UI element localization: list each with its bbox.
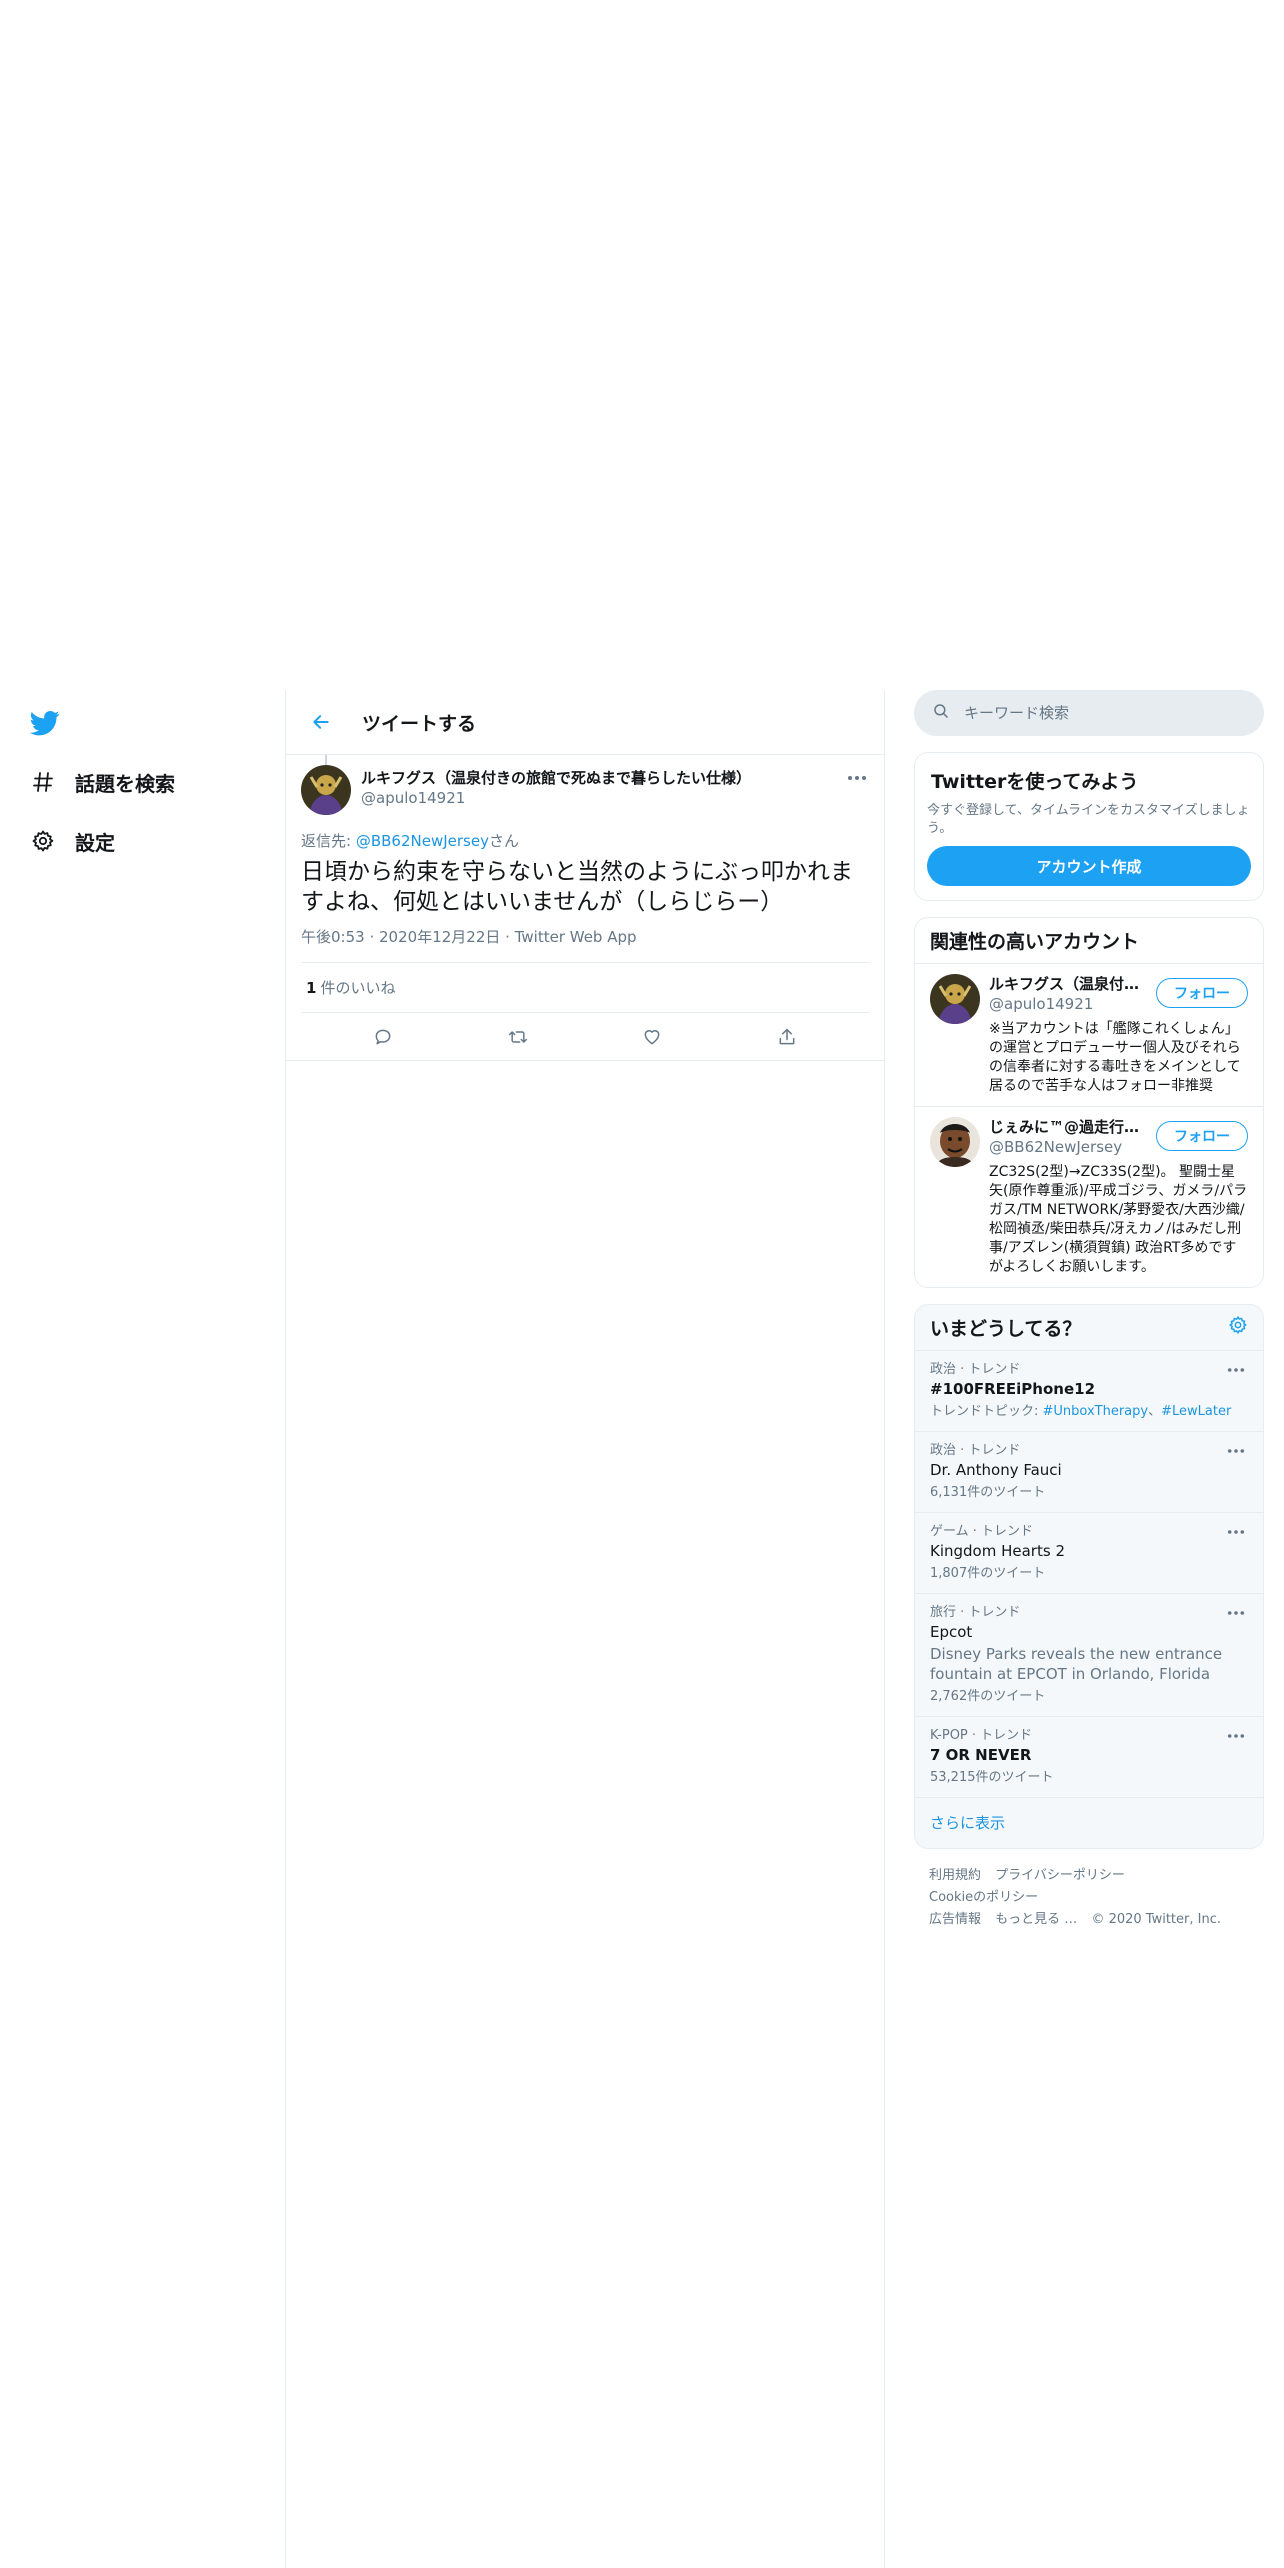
create-account-button[interactable]: アカウント作成 [927, 846, 1251, 886]
trend-count: 1,807件のツイート [930, 1566, 1046, 1581]
twitter-logo-icon[interactable] [28, 708, 62, 738]
reply-to: 返信先: @BB62NewJerseyさん [301, 831, 869, 851]
account-bio: ZC32S(2型)→ZC33S(2型)。 聖闘士星矢(原作尊重派)/平成ゴジラ、… [989, 1164, 1248, 1275]
trend-count: 6,131件のツイート [930, 1485, 1046, 1500]
trends-card: いまどうしてる？ 政治 · トレンド #100FREEiPhone12 トレンド… [914, 1304, 1264, 1849]
trend-item[interactable]: 政治 · トレンド Dr. Anthony Fauci 6,131件のツイート [915, 1432, 1263, 1513]
page-header: ツイートする [286, 690, 884, 755]
account-name[interactable]: じぇみに™@過走行車両愛好会 [989, 1117, 1149, 1137]
main-column: ツイートする ルキフグス（温泉付きの旅館で死ぬまで暮らしたい仕様） @apulo… [285, 690, 885, 2568]
trend-item[interactable]: 政治 · トレンド #100FREEiPhone12 トレンドトピック: #Un… [915, 1351, 1263, 1432]
search-box[interactable] [914, 690, 1264, 736]
trend-count: 2,762件のツイート [930, 1689, 1046, 1704]
trend-name: Dr. Anthony Fauci [930, 1461, 1062, 1479]
avatar[interactable] [301, 765, 351, 815]
reply-icon[interactable] [366, 1020, 400, 1054]
trend-topics: トレンドトピック: #UnboxTherapy、#LewLater [930, 1403, 1248, 1421]
reply-handle-link[interactable]: @BB62NewJersey [356, 832, 489, 850]
right-sidebar: Twitterを使ってみよう 今すぐ登録して、タイムラインをカスタマイズしましょ… [914, 690, 1264, 1947]
more-icon[interactable] [1224, 1361, 1248, 1379]
nav-item-settings[interactable]: 設定 [28, 821, 115, 861]
trends-title: いまどうしてる？ [930, 1318, 1082, 1340]
tweet-source[interactable]: Twitter Web App [515, 928, 637, 946]
footer-link[interactable]: もっと見る … [995, 1912, 1077, 1927]
like-label: 件のいいね [320, 979, 396, 997]
copyright: © 2020 Twitter, Inc. [1091, 1912, 1221, 1927]
more-icon[interactable] [1224, 1442, 1248, 1460]
gear-icon [28, 826, 58, 856]
tweet-meta: 午後0:53 · 2020年12月22日 · Twitter Web App [301, 927, 869, 963]
trend-category: K-POP · トレンド [930, 1728, 1033, 1743]
footer-link[interactable]: Cookieのポリシー [929, 1890, 1038, 1905]
trend-item[interactable]: K-POP · トレンド 7 OR NEVER 53,215件のツイート [915, 1717, 1263, 1798]
trend-category: ゲーム · トレンド [930, 1524, 1034, 1539]
trends-header: いまどうしてる？ [915, 1305, 1263, 1351]
gear-icon[interactable] [1228, 1315, 1248, 1340]
nav-item-explore[interactable]: 話題を検索 [28, 762, 175, 802]
more-icon[interactable] [845, 769, 869, 787]
follow-button[interactable]: フォロー [1156, 978, 1248, 1008]
nav-item-label: 話題を検索 [75, 771, 175, 796]
back-arrow-icon[interactable] [306, 707, 336, 737]
reply-suffix: さん [488, 832, 519, 850]
footer-link[interactable]: 利用規約 [929, 1868, 981, 1883]
follow-button[interactable]: フォロー [1156, 1121, 1248, 1151]
tweet-date[interactable]: 2020年12月22日 [379, 928, 500, 946]
trend-name: #100FREEiPhone12 [930, 1380, 1096, 1398]
signup-text: 今すぐ登録して、タイムラインをカスタマイズしましょう。 [927, 803, 1250, 836]
share-icon[interactable] [770, 1020, 804, 1054]
trend-name: Epcot [930, 1623, 973, 1641]
tweet-detail: ルキフグス（温泉付きの旅館で死ぬまで暮らしたい仕様） @apulo14921 返… [286, 755, 884, 1061]
hashtag-icon [28, 767, 58, 797]
signup-card: Twitterを使ってみよう 今すぐ登録して、タイムラインをカスタマイズしましょ… [914, 752, 1264, 901]
tweet-actions [286, 1013, 884, 1061]
tweet-text: 日頃から約束を守らないと当然のようにぶっ叩かれますよね、何処とはいいませんが（し… [301, 859, 853, 915]
tweet-author[interactable]: ルキフグス（温泉付きの旅館で死ぬまで暮らしたい仕様） @apulo14921 [301, 755, 869, 815]
meta-separator: · [505, 928, 515, 946]
tweet-time[interactable]: 午後0:53 [301, 928, 365, 946]
author-name[interactable]: ルキフグス（温泉付きの旅館で死ぬまで暮らしたい仕様） [361, 768, 751, 788]
trend-description: Disney Parks reveals the new entrance fo… [930, 1645, 1223, 1683]
trend-topics-prefix: トレンドトピック: [930, 1404, 1043, 1419]
more-icon[interactable] [1224, 1523, 1248, 1541]
nav-item-label: 設定 [75, 830, 115, 855]
trend-category: 政治 · トレンド [930, 1443, 1021, 1458]
trend-item[interactable]: ゲーム · トレンド Kingdom Hearts 2 1,807件のツイート [915, 1513, 1263, 1594]
trend-category: 政治 · トレンド [930, 1362, 1021, 1377]
meta-separator: · [369, 928, 380, 946]
avatar[interactable] [930, 1117, 980, 1167]
thread-line [325, 755, 327, 765]
signup-title: Twitterを使ってみよう [931, 771, 1139, 793]
trend-item[interactable]: 旅行 · トレンド Epcot Disney Parks reveals the… [915, 1594, 1263, 1717]
footer-link[interactable]: 広告情報 [929, 1912, 981, 1927]
trend-name: Kingdom Hearts 2 [930, 1542, 1065, 1560]
like-icon[interactable] [635, 1020, 669, 1054]
search-icon [932, 702, 950, 724]
author-handle[interactable]: @apulo14921 [361, 788, 751, 808]
trend-name: 7 OR NEVER [930, 1746, 1032, 1764]
related-account[interactable]: じぇみに™@過走行車両愛好会 @BB62NewJersey ZC32S(2型)→… [915, 1107, 1263, 1287]
trend-tag-link[interactable]: #UnboxTherapy [1043, 1404, 1149, 1419]
more-icon[interactable] [1224, 1727, 1248, 1745]
trend-tag-separator: 、 [1148, 1404, 1162, 1419]
more-icon[interactable] [1224, 1604, 1248, 1622]
related-account[interactable]: ルキフグス（温泉付きの旅館で死ぬまで暮らしたい仕様） @apulo14921 ※… [915, 964, 1263, 1107]
avatar[interactable] [930, 974, 980, 1024]
trend-tag-link[interactable]: #LewLater [1161, 1404, 1231, 1419]
search-input[interactable] [964, 704, 1224, 722]
account-bio: ※当アカウントは「艦隊これくしょん」の運営とプロデューサー個人及びそれらの信奉者… [989, 1021, 1241, 1094]
footer: 利用規約 プライバシーポリシー Cookieのポリシー 広告情報 もっと見る …… [914, 1849, 1264, 1947]
related-accounts-card: 関連性の高いアカウント ルキフグス（温泉付きの旅館で死ぬまで暮らしたい仕様） @… [914, 917, 1264, 1288]
like-count: 1 [306, 978, 317, 997]
footer-link[interactable]: プライバシーポリシー [995, 1868, 1125, 1883]
retweet-icon[interactable] [501, 1020, 535, 1054]
account-name[interactable]: ルキフグス（温泉付きの旅館で死ぬまで暮らしたい仕様） [989, 974, 1149, 994]
page-title: ツイートする [362, 712, 477, 735]
related-title: 関連性の高いアカウント [915, 918, 1263, 964]
like-stats[interactable]: 1 件のいいね [301, 963, 869, 1013]
reply-prefix: 返信先: [301, 832, 356, 850]
trend-count: 53,215件のツイート [930, 1770, 1054, 1785]
trend-category: 旅行 · トレンド [930, 1605, 1021, 1620]
show-more-link[interactable]: さらに表示 [915, 1798, 1263, 1848]
